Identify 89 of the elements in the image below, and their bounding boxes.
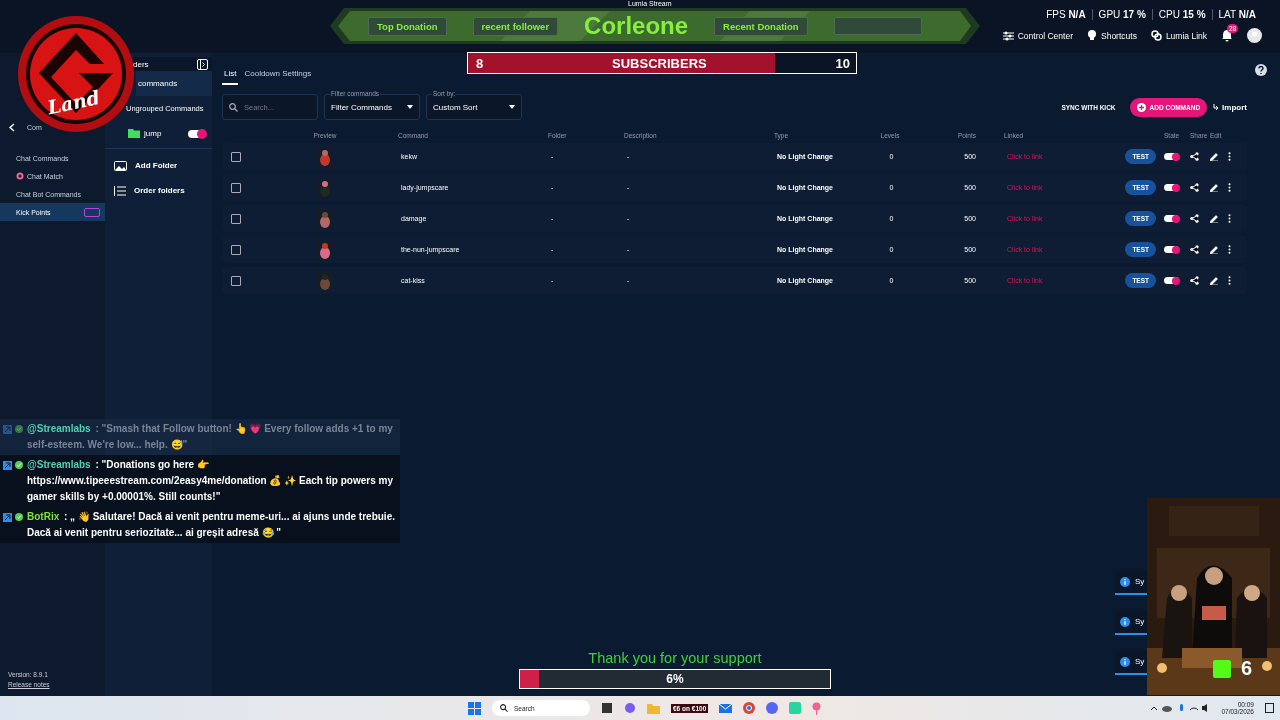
link-icon [1150,30,1162,41]
pencil-icon[interactable] [1210,183,1218,192]
caret-icon [509,105,515,109]
badge [84,207,100,217]
import-icon [1213,103,1220,111]
row-checkbox[interactable] [231,213,241,224]
avatar-icon[interactable] [1247,28,1262,43]
chat-icon[interactable] [766,702,779,714]
header-link[interactable]: Shortcuts [1087,30,1137,41]
stat-reading: LAT N/A [1211,9,1262,20]
panel-title: ders [133,59,149,69]
header-link[interactable]: Control Center [1002,30,1073,41]
search-icon [500,704,508,712]
row-checkbox[interactable] [231,151,241,162]
notification-icon[interactable] [1265,703,1274,713]
pencil-icon[interactable] [1210,245,1218,254]
more-icon[interactable] [1228,245,1231,254]
toast: Sy [1115,650,1147,675]
info-icon [1120,576,1130,587]
share-icon[interactable] [1190,214,1199,223]
header-link[interactable]: Lumia Link [1150,30,1207,41]
browser-icon[interactable] [743,702,756,714]
stat-reading: CPU 15 % [1151,9,1212,20]
toggle-switch[interactable] [1164,277,1179,284]
more-icon[interactable] [1228,214,1231,223]
support-title: Thank you for your support [588,650,762,666]
help-icon[interactable] [1255,64,1267,76]
more-icon[interactable] [1228,183,1231,192]
list-icon [114,185,126,196]
tab[interactable]: List [222,67,239,85]
row-checkbox[interactable] [231,244,241,255]
pencil-icon[interactable] [1210,152,1218,161]
folder-action-button[interactable]: Order folders [105,178,212,203]
goal-target: 10 [835,55,850,71]
kick-icon [3,512,12,522]
match-icon [16,172,24,180]
pin-icon[interactable] [812,701,822,715]
folder-icon [128,129,140,138]
banner-title: Corleone [584,12,689,40]
banner-label: Top Donation [368,16,447,36]
follower-count: 6 [1241,657,1253,680]
verified-icon [15,425,23,433]
info-icon [1120,616,1130,627]
verified-icon [15,461,23,469]
windows-icon[interactable] [468,701,481,715]
kick-icon [3,460,12,470]
toast: Sy [1115,610,1147,635]
plus-icon [1136,102,1146,112]
bell-icon[interactable] [1221,29,1233,42]
toggle-switch[interactable] [188,129,206,138]
sliders-icon [1002,30,1014,41]
progress-reading: 6% [666,672,684,686]
more-icon[interactable] [1228,152,1231,161]
caret-icon [407,105,413,109]
more-icon[interactable] [1228,276,1231,285]
stat-reading: FPS N/A [1045,9,1087,20]
kick-icon [3,424,12,434]
share-icon[interactable] [1190,183,1199,192]
toast: Sy [1115,570,1147,595]
app-icon[interactable] [601,702,613,714]
folder-item[interactable]: commands [136,71,212,96]
toggle-switch[interactable] [1164,153,1179,160]
goal-current: 8 [476,55,484,71]
share-icon[interactable] [1190,152,1199,161]
folder-action-button[interactable]: Add Folder [105,153,212,178]
share-icon[interactable] [1190,276,1199,285]
row-checkbox[interactable] [231,275,241,286]
collapse-panel-icon[interactable] [197,58,208,70]
lightbulb-icon [1087,30,1097,41]
search-icon [229,103,238,112]
chat-message: BotRix : „ 👋 Salutare! Dacă ai venit pentru meme-uri... ai ajuns unde trebuie. Dacă ai venit pentru seriozitate... ai greșit adresă 😂 " [27,510,396,540]
import-button[interactable]: Import [1213,102,1247,112]
chat-message: @Streamlabs : "Smash that Follow button! 👆 💗 Every follow adds +1 to my self-esteem. We're low... help. 😅" [27,422,394,452]
info-icon [1120,656,1130,667]
goal-label: SUBSCRIBERS [612,55,707,71]
row-checkbox[interactable] [231,182,241,193]
toggle-switch[interactable] [1164,246,1179,253]
stat-reading: GPU 17 % [1091,9,1152,20]
tab[interactable]: Cooldown Settings [242,67,314,85]
share-icon[interactable] [1190,245,1199,254]
chat-message: @Streamlabs : "Donations go here 👉 https://www.tipeeestream.com/2easy4me/donation 💰 ✨ Each tip powers my gamer skills by +0.00001%. Still counts!" [27,458,394,504]
pencil-icon[interactable] [1210,276,1218,285]
toggle-switch[interactable] [1164,215,1179,222]
verified-icon [15,513,23,521]
mail-icon[interactable] [719,702,733,714]
toggle-switch[interactable] [1164,184,1179,191]
image-icon [114,160,127,171]
back-chevron-icon[interactable] [9,122,15,132]
pencil-icon[interactable] [1210,214,1218,223]
